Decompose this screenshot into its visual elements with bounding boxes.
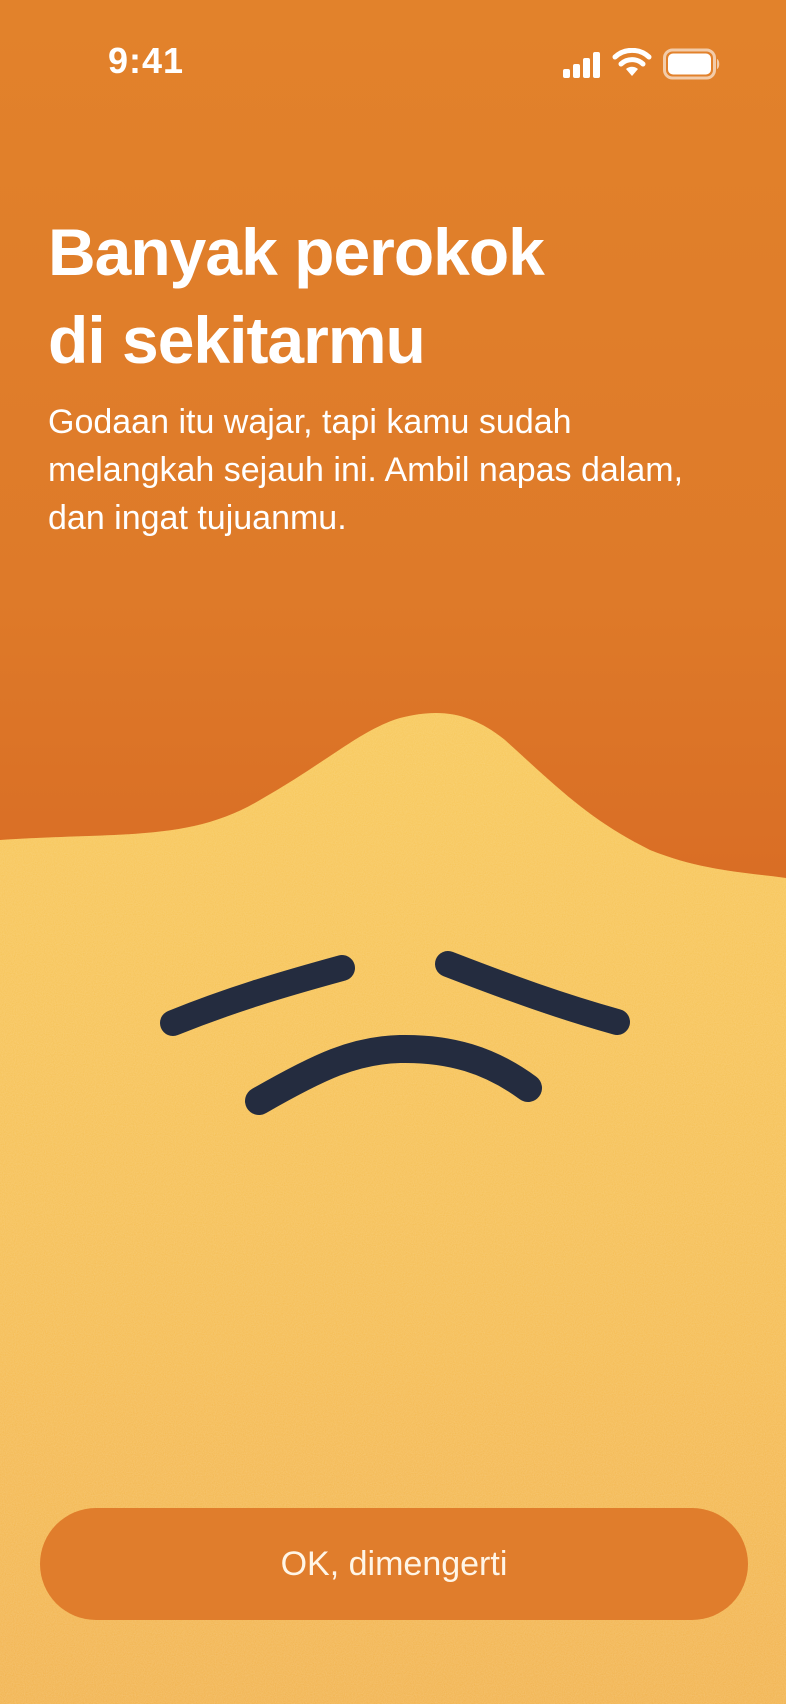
encouragement-message: Godaan itu wajar, tapi kamu sudah melang… [48,398,768,542]
title-line-2: di sekitarmu [48,303,426,377]
right-eyebrow [435,951,630,1035]
frown-mouth [245,1034,542,1115]
page-title: Banyak perokok di sekitarmu [48,208,748,384]
message-line-3: dan ingat tujuanmu. [48,499,347,537]
message-line-1: Godaan itu wajar, tapi kamu sudah [48,403,572,441]
wifi-icon [612,48,652,76]
ok-button[interactable]: OK, dimengerti [40,1508,748,1620]
signal-icon [563,52,600,78]
status-bar: 9:41 [0,0,786,130]
left-eyebrow [160,955,355,1036]
status-time: 9:41 [108,40,185,81]
title-line-1: Banyak perokok [48,215,545,289]
battery-icon [663,48,720,80]
screen: 9:41 Banyak perokok di sekitarmu Godaan … [0,0,786,1704]
message-line-2: melangkah sejauh ini. Ambil napas dalam, [48,451,684,489]
